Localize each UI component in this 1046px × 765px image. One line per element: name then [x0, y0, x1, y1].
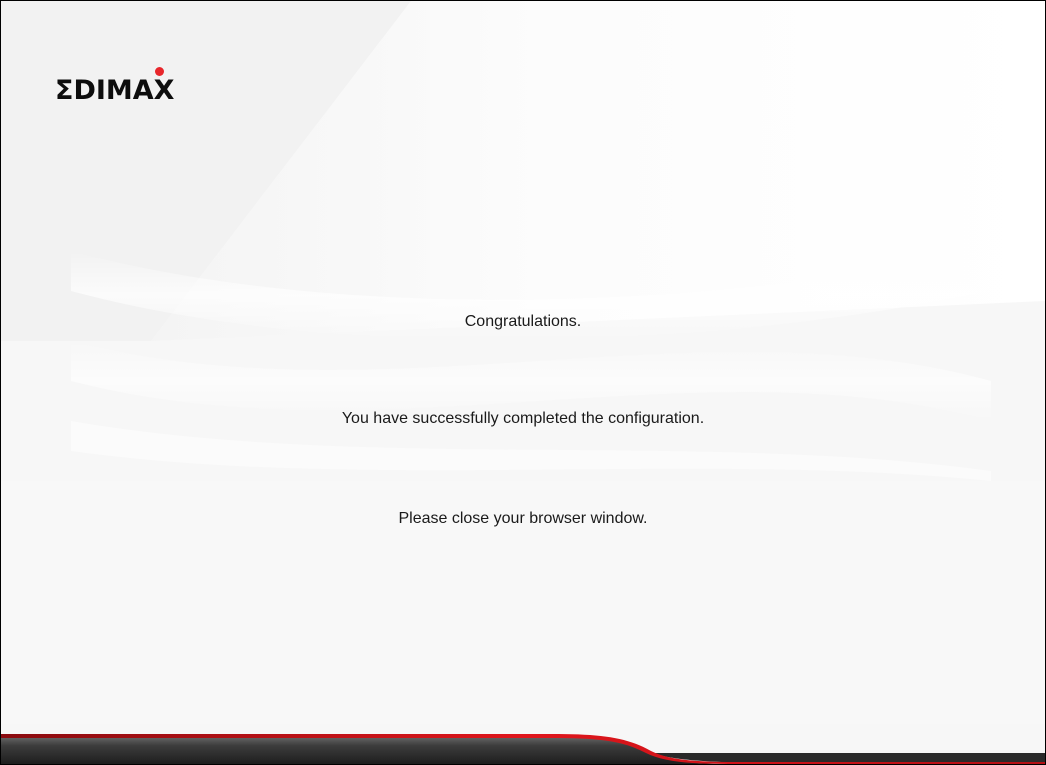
page-frame: ΣDIMAX Congratulations. You have success… — [0, 0, 1046, 765]
footer-bar — [1, 724, 1045, 764]
logo-red-dot — [155, 67, 164, 76]
congratulations-text: Congratulations. — [464, 313, 582, 330]
completion-text: You have successfully completed the conf… — [341, 410, 705, 427]
logo-wordmark: ΣDIMAX — [55, 75, 175, 106]
close-browser-text: Please close your browser window. — [398, 510, 648, 527]
edimax-logo: ΣDIMAX — [55, 67, 235, 107]
background-sheen — [1, 1, 1045, 764]
